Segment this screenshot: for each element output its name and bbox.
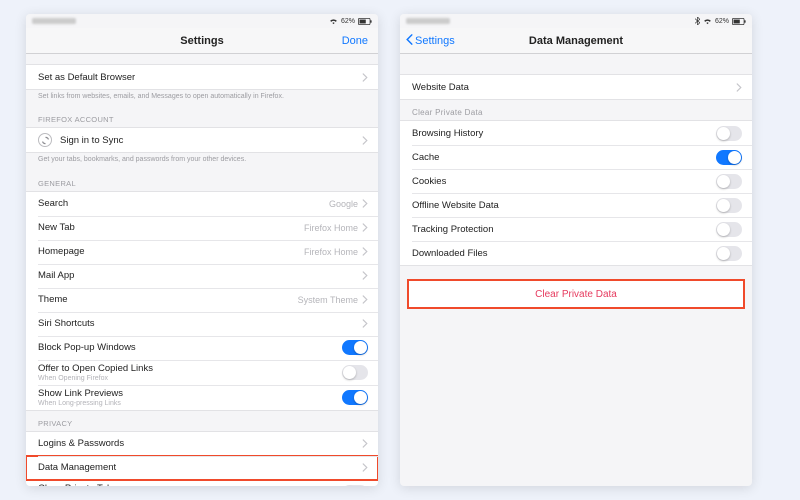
siri-shortcuts-row[interactable]: Siri Shortcuts: [26, 312, 378, 336]
set-default-browser-row[interactable]: Set as Default Browser: [26, 65, 378, 89]
chevron-right-icon: [736, 83, 742, 92]
mail-app-row[interactable]: Mail App: [26, 264, 378, 288]
back-button[interactable]: Settings: [406, 28, 455, 53]
offer-copied-toggle[interactable]: [342, 365, 368, 380]
nav-bar: Settings Done: [26, 28, 378, 54]
offer-copied-row: Offer to Open Copied Links When Opening …: [26, 360, 378, 385]
close-private-tabs-row: Close Private Tabs When Leaving Private …: [26, 480, 378, 486]
section-privacy: PRIVACY: [26, 411, 378, 431]
sign-in-sync-row[interactable]: Sign in to Sync: [26, 128, 378, 152]
done-button[interactable]: Done: [342, 28, 368, 53]
nav-bar: Settings Data Management: [400, 28, 752, 54]
data-management-screen: 62% Settings Data Management Website Dat…: [400, 14, 752, 486]
offline-data-toggle[interactable]: [716, 198, 742, 213]
section-firefox-account: FIREFOX ACCOUNT: [26, 107, 378, 127]
settings-screen: 62% Settings Done Set as Default Browser…: [26, 14, 378, 486]
theme-row[interactable]: Theme System Theme: [26, 288, 378, 312]
status-bar: 62%: [26, 14, 378, 28]
downloaded-files-toggle[interactable]: [716, 246, 742, 261]
section-clear-private-data: Clear Private Data: [400, 100, 752, 120]
cookies-toggle[interactable]: [716, 174, 742, 189]
downloaded-files-row: Downloaded Files: [400, 241, 752, 265]
chevron-left-icon: [406, 34, 413, 48]
status-bar: 62%: [400, 14, 752, 28]
tracking-protection-row: Tracking Protection: [400, 217, 752, 241]
chevron-right-icon: [362, 247, 368, 256]
sync-icon: [38, 133, 52, 147]
browsing-history-toggle[interactable]: [716, 126, 742, 141]
browsing-history-row: Browsing History: [400, 121, 752, 145]
wifi-icon: [703, 18, 712, 25]
new-tab-row[interactable]: New Tab Firefox Home: [26, 216, 378, 240]
link-previews-toggle[interactable]: [342, 390, 368, 405]
battery-percent: 62%: [715, 18, 729, 25]
sync-footer: Get your tabs, bookmarks, and passwords …: [26, 153, 378, 170]
battery-percent: 62%: [341, 18, 355, 25]
homepage-row[interactable]: Homepage Firefox Home: [26, 240, 378, 264]
battery-icon: [358, 18, 372, 25]
cache-toggle[interactable]: [716, 150, 742, 165]
chevron-right-icon: [362, 319, 368, 328]
clear-private-data-button[interactable]: Clear Private Data: [408, 280, 744, 308]
search-value: Google: [329, 199, 358, 209]
section-general: GENERAL: [26, 171, 378, 191]
search-row[interactable]: Search Google: [26, 192, 378, 216]
chevron-right-icon: [362, 271, 368, 280]
link-previews-row: Show Link Previews When Long-pressing Li…: [26, 385, 378, 410]
cache-row: Cache: [400, 145, 752, 169]
chevron-right-icon: [362, 295, 368, 304]
bluetooth-icon: [695, 17, 700, 25]
close-private-tabs-toggle[interactable]: [342, 485, 368, 486]
chevron-right-icon: [362, 73, 368, 82]
page-title: Data Management: [529, 35, 623, 47]
website-data-row[interactable]: Website Data: [400, 75, 752, 99]
chevron-right-icon: [362, 223, 368, 232]
wifi-icon: [329, 18, 338, 25]
tracking-protection-toggle[interactable]: [716, 222, 742, 237]
chevron-right-icon: [362, 463, 368, 472]
chevron-right-icon: [362, 136, 368, 145]
logins-passwords-row[interactable]: Logins & Passwords: [26, 432, 378, 456]
default-browser-footer: Set links from websites, emails, and Mes…: [26, 90, 378, 107]
data-management-row[interactable]: Data Management: [26, 456, 378, 480]
block-popups-toggle[interactable]: [342, 340, 368, 355]
battery-icon: [732, 18, 746, 25]
cookies-row: Cookies: [400, 169, 752, 193]
block-popups-row: Block Pop-up Windows: [26, 336, 378, 360]
chevron-right-icon: [362, 199, 368, 208]
offline-data-row: Offline Website Data: [400, 193, 752, 217]
page-title: Settings: [180, 35, 223, 47]
chevron-right-icon: [362, 439, 368, 448]
